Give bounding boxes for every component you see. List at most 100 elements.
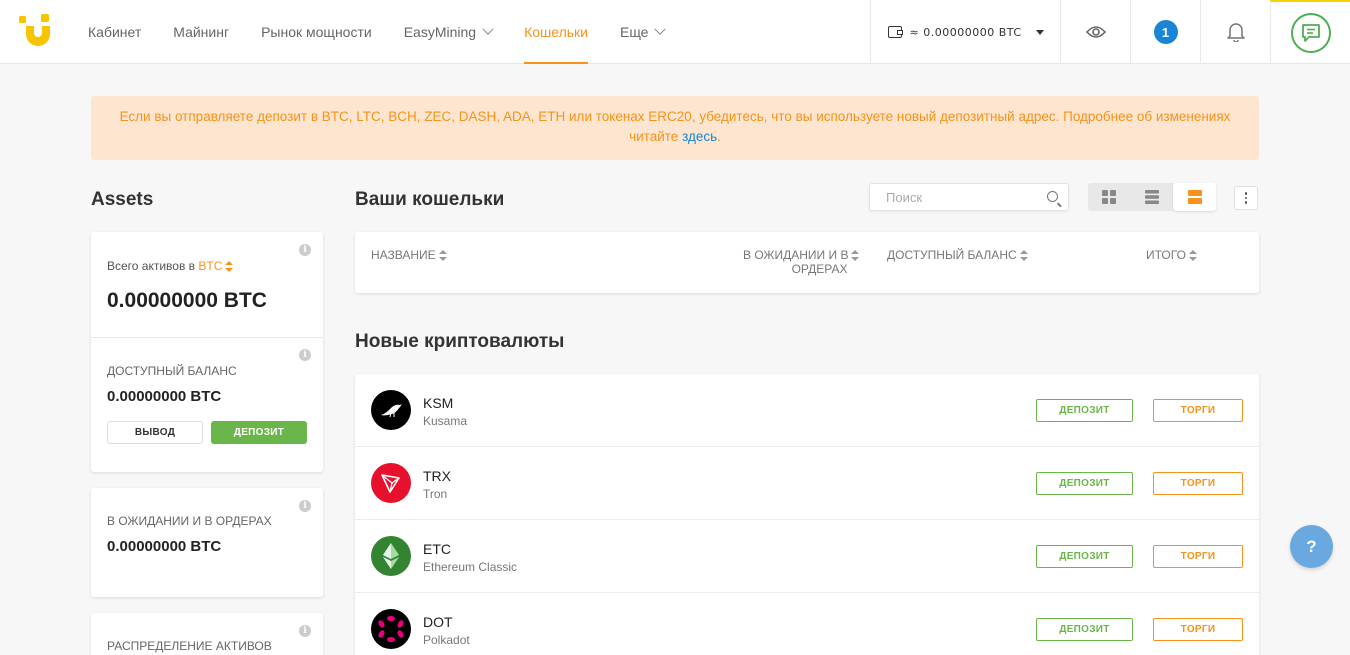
currency-text: BTC — [198, 259, 223, 273]
kebab-dot-icon — [1244, 196, 1248, 200]
more-options-button[interactable] — [1234, 186, 1258, 210]
assets-title: Assets — [91, 189, 154, 210]
wallet-search — [869, 183, 1069, 211]
coin-trade-button[interactable]: ТОРГИ — [1153, 399, 1243, 422]
kebab-dot-icon — [1244, 192, 1248, 195]
coin-name: Ethereum Classic — [423, 560, 518, 574]
coin-deposit-button[interactable]: ДЕПОЗИТ — [1036, 618, 1133, 641]
view-toggle — [1088, 183, 1217, 211]
list-view-button[interactable] — [1131, 183, 1174, 211]
nav-label: Кошельки — [524, 24, 588, 40]
sort-icon — [1188, 250, 1197, 262]
deposit-address-notice: Если вы отправляете депозит в BTC, LTC, … — [91, 96, 1259, 160]
pending-label: В ОЖИДАНИИ И В ОРДЕРАХ — [107, 514, 272, 528]
chevron-down-icon — [482, 23, 494, 35]
notifications-button[interactable] — [1200, 0, 1270, 64]
search-input[interactable] — [886, 184, 1046, 210]
nav-item-wallets[interactable]: Кошельки — [508, 0, 604, 64]
available-balance-label: ДОСТУПНЫЙ БАЛАНС — [107, 364, 237, 378]
coin-name: Tron — [423, 487, 448, 501]
support-chat-cell — [1270, 0, 1350, 64]
list-item: ETC Ethereum Classic ДЕПОЗИТ ТОРГИ — [355, 520, 1259, 593]
distribution-label: РАСПРЕДЕЛЕНИЕ АКТИВОВ — [107, 639, 272, 653]
top-bar: Кабинет Майнинг Рынок мощности EasyMinin… — [0, 0, 1350, 64]
grid-view-button[interactable] — [1088, 183, 1131, 211]
asset-distribution-card: i РАСПРЕДЕЛЕНИЕ АКТИВОВ — [91, 613, 323, 655]
column-header-available[interactable]: ДОСТУПНЫЙ БАЛАНС — [887, 248, 1028, 262]
nav-item-more[interactable]: Еще — [604, 0, 681, 64]
pending-orders-card: i В ОЖИДАНИИ И В ОРДЕРАХ 0.00000000 BTC — [91, 488, 323, 597]
info-icon[interactable]: i — [299, 625, 311, 637]
kebab-dot-icon — [1244, 201, 1248, 204]
coin-symbol: TRX — [423, 468, 451, 484]
column-label: ДОСТУПНЫЙ БАЛАНС — [887, 248, 1017, 262]
available-balance-value: 0.00000000 BTC — [107, 388, 222, 405]
coin-trade-button[interactable]: ТОРГИ — [1153, 472, 1243, 495]
coin-trade-button[interactable]: ТОРГИ — [1153, 618, 1243, 641]
divider — [91, 337, 323, 338]
total-assets-prefix: Всего активов в — [107, 259, 199, 273]
bell-icon — [1226, 23, 1245, 42]
list-view-icon — [1145, 190, 1159, 204]
column-header-total[interactable]: ИТОГО — [1146, 248, 1197, 262]
nav-label: Рынок мощности — [261, 24, 372, 40]
list-item: TRX Tron ДЕПОЗИТ ТОРГИ — [355, 447, 1259, 520]
coin-symbol: DOT — [423, 614, 453, 630]
balance-dropdown[interactable]: ≈ 0.00000000 BTC — [870, 0, 1060, 64]
notification-count-badge: 1 — [1153, 20, 1178, 44]
assets-summary-card: i Всего активов в BTC 0.00000000 BTC i Д… — [91, 232, 323, 472]
chevron-down-icon — [654, 23, 667, 35]
coin-trade-button[interactable]: ТОРГИ — [1153, 545, 1243, 568]
currency-selector[interactable]: BTC — [198, 259, 234, 273]
list-item: DOT Polkadot ДЕПОЗИТ ТОРГИ — [355, 593, 1259, 655]
coin-symbol: KSM — [423, 395, 454, 411]
deposit-button[interactable]: ДЕПОЗИТ — [211, 421, 307, 444]
sort-icon — [438, 250, 447, 262]
help-button[interactable]: ? — [1290, 525, 1333, 568]
column-label: НАЗВАНИЕ — [371, 248, 436, 262]
withdraw-button[interactable]: ВЫВОД — [107, 421, 203, 444]
column-label: ИТОГО — [1146, 248, 1186, 262]
nav-item-hashpower-market[interactable]: Рынок мощности — [245, 0, 388, 64]
nav-item-easymining[interactable]: EasyMining — [388, 0, 508, 64]
nav-item-mining[interactable]: Майнинг — [157, 0, 245, 64]
grid-view-icon — [1102, 190, 1117, 204]
nicehash-logo-icon[interactable] — [19, 14, 55, 48]
toggle-visibility-button[interactable] — [1060, 0, 1130, 64]
column-header-name[interactable]: НАЗВАНИЕ — [371, 248, 447, 262]
column-label: В ОЖИДАНИИ И В — [743, 248, 849, 262]
caret-down-icon — [1035, 29, 1044, 35]
new-crypto-title: Новые криптовалюты — [355, 331, 565, 352]
coin-deposit-button[interactable]: ДЕПОЗИТ — [1036, 399, 1133, 422]
list-item: KSM Kusama ДЕПОЗИТ ТОРГИ — [355, 374, 1259, 447]
info-icon[interactable]: i — [299, 500, 311, 512]
account-badge-button[interactable]: 1 — [1130, 0, 1200, 64]
notice-link[interactable]: здесь — [682, 129, 717, 144]
nav-label: Майнинг — [173, 24, 230, 40]
sort-icon — [851, 250, 860, 262]
ethereum-classic-icon — [371, 536, 411, 576]
balance-text: ≈ 0.00000000 BTC — [909, 25, 1022, 39]
column-label: ОРДЕРАХ — [791, 262, 848, 276]
info-icon[interactable]: i — [299, 349, 311, 361]
main-nav: Кабинет Майнинг Рынок мощности EasyMinin… — [72, 0, 680, 64]
coin-deposit-button[interactable]: ДЕПОЗИТ — [1036, 472, 1133, 495]
tron-triangle-icon — [371, 463, 411, 503]
nav-label: Кабинет — [88, 24, 142, 40]
nav-label: EasyMining — [403, 24, 477, 40]
info-icon[interactable]: i — [299, 244, 311, 256]
search-icon[interactable] — [1047, 191, 1058, 202]
chat-button[interactable] — [1290, 13, 1331, 53]
coin-name: Kusama — [423, 414, 468, 428]
compact-view-button[interactable] — [1173, 183, 1217, 211]
sort-arrows-icon — [225, 261, 234, 273]
polkadot-dots-icon — [371, 609, 411, 649]
wallets-title: Ваши кошельки — [355, 189, 505, 210]
new-crypto-list: KSM Kusama ДЕПОЗИТ ТОРГИ TRX Tron ДЕПОЗИ… — [355, 374, 1259, 655]
rows-view-icon — [1187, 190, 1202, 204]
column-header-pending[interactable]: В ОЖИДАНИИ И В ОРДЕРАХ — [743, 248, 860, 276]
chat-icon — [1301, 24, 1320, 42]
coin-deposit-button[interactable]: ДЕПОЗИТ — [1036, 545, 1133, 568]
total-assets-value: 0.00000000 BTC — [107, 289, 267, 312]
nav-item-cabinet[interactable]: Кабинет — [72, 0, 157, 64]
